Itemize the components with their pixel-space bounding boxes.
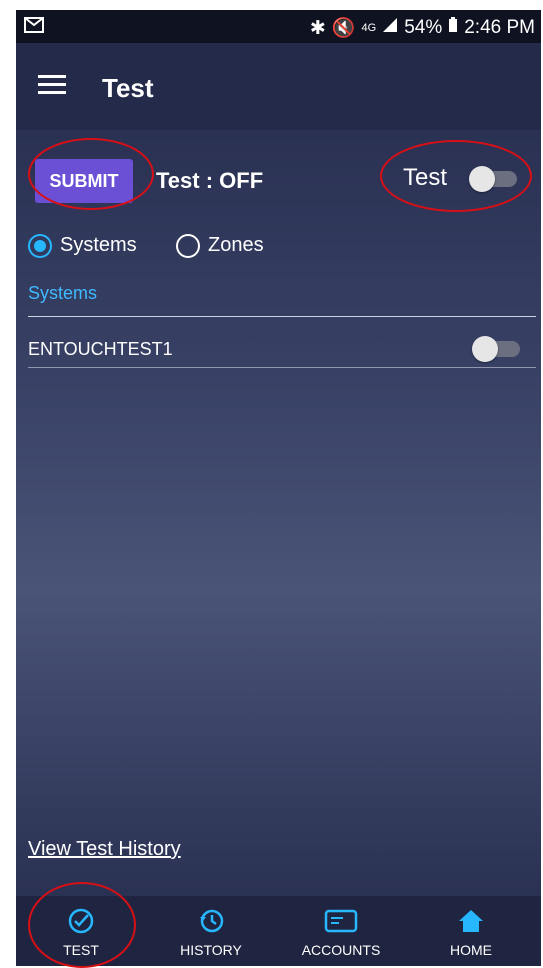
app-bar: Test	[16, 43, 541, 130]
section-title: Systems	[28, 283, 98, 303]
nav-label: HISTORY	[180, 942, 242, 958]
nav-label: HOME	[450, 942, 492, 958]
nav-item-accounts[interactable]: ACCOUNTS	[276, 896, 406, 966]
bottom-nav: TEST HISTORY ACCOUNTS HOME	[16, 882, 541, 968]
main-content: SUBMIT Test : OFF Test Systems Zones Sys…	[16, 130, 541, 896]
test-status: Test : OFF	[156, 168, 264, 193]
divider	[28, 316, 536, 317]
battery-percent: 54%	[404, 17, 443, 38]
nav-item-history[interactable]: HISTORY	[146, 896, 276, 966]
divider	[28, 367, 536, 368]
systems-radio-label: Systems	[60, 234, 137, 256]
network-label: 4G	[361, 22, 377, 34]
home-icon	[457, 907, 485, 938]
nav-label: ACCOUNTS	[301, 942, 381, 958]
phone-screen: ✱ 🔇 4G 54% 2:46 PM Test SUBMIT Test : OF…	[16, 0, 541, 968]
view-test-history-link[interactable]: View Test History	[28, 838, 181, 861]
zones-radio-label: Zones	[208, 234, 264, 256]
system-row-toggle[interactable]	[472, 336, 520, 362]
clock: 2:46 PM	[464, 17, 535, 38]
annotation-circle	[28, 138, 154, 210]
battery-icon	[448, 17, 458, 39]
bluetooth-icon: ✱	[309, 17, 326, 39]
zones-radio[interactable]	[176, 234, 200, 258]
signal-icon	[382, 17, 398, 39]
annotation-circle	[380, 140, 532, 212]
systems-radio[interactable]	[28, 234, 52, 258]
mail-notification-icon	[24, 16, 44, 40]
status-right: ✱ 🔇 4G 54% 2:46 PM	[310, 16, 535, 40]
history-icon	[197, 907, 225, 938]
card-icon	[324, 907, 358, 938]
annotation-circle	[28, 882, 136, 968]
system-row-label: ENTOUCHTEST1	[28, 339, 173, 359]
page-title: Test	[102, 73, 154, 103]
nav-item-home[interactable]: HOME	[406, 896, 536, 966]
menu-icon[interactable]	[38, 75, 66, 95]
status-bar: ✱ 🔇 4G 54% 2:46 PM	[16, 10, 541, 43]
mute-icon: 🔇	[331, 18, 356, 39]
